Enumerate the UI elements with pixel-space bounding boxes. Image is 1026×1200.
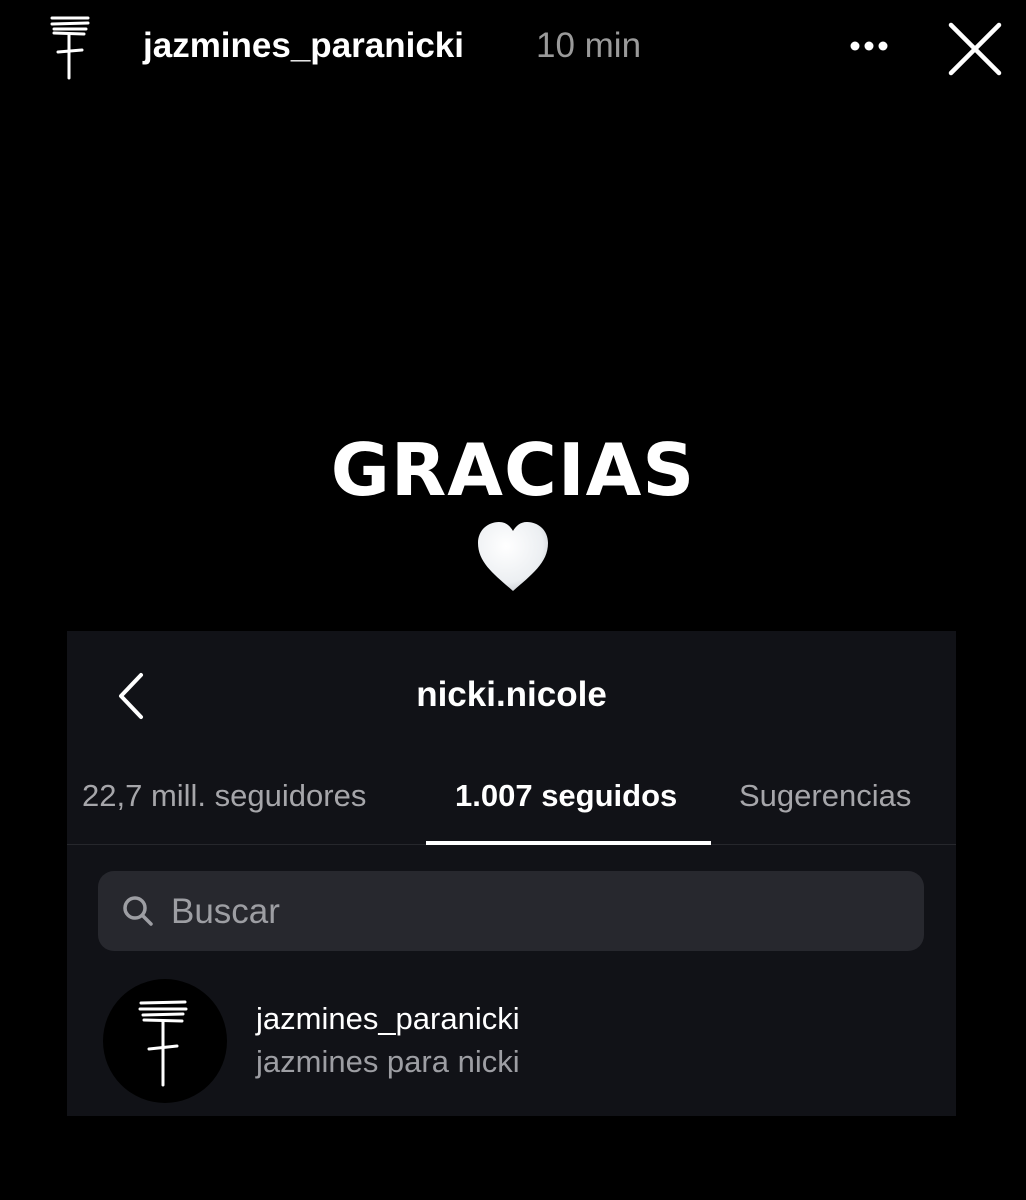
avatar[interactable] [103, 979, 227, 1103]
list-item[interactable]: jazmines_paranicki jazmines para nicki [67, 971, 956, 1106]
profile-title: nicki.nicole [416, 675, 607, 714]
search-placeholder: Buscar [171, 892, 280, 931]
more-options-icon[interactable] [838, 24, 900, 68]
active-tab-indicator [426, 841, 711, 845]
tab-followers[interactable]: 22,7 mill. seguidores [82, 776, 366, 816]
search-input[interactable]: Buscar [98, 871, 924, 951]
search-icon [123, 896, 153, 926]
scribbled-t-logo-icon [138, 1000, 188, 1087]
result-username[interactable]: jazmines_paranicki [256, 999, 520, 1039]
story-timestamp: 10 min [536, 26, 642, 65]
result-full-name: jazmines para nicki [256, 1044, 520, 1079]
story-avatar-logo-icon[interactable] [44, 12, 96, 84]
story-username[interactable]: jazmines_paranicki [143, 26, 464, 66]
tab-following[interactable]: 1.007 seguidos [455, 776, 677, 816]
gracias-headline: GRACIAS [330, 428, 696, 512]
white-heart-icon [478, 522, 548, 591]
embedded-following-screen: nicki.nicole 22,7 mill. seguidores 1.007… [67, 631, 956, 1116]
close-icon[interactable] [944, 18, 1006, 80]
tab-suggestions[interactable]: Sugerencias [739, 776, 911, 816]
